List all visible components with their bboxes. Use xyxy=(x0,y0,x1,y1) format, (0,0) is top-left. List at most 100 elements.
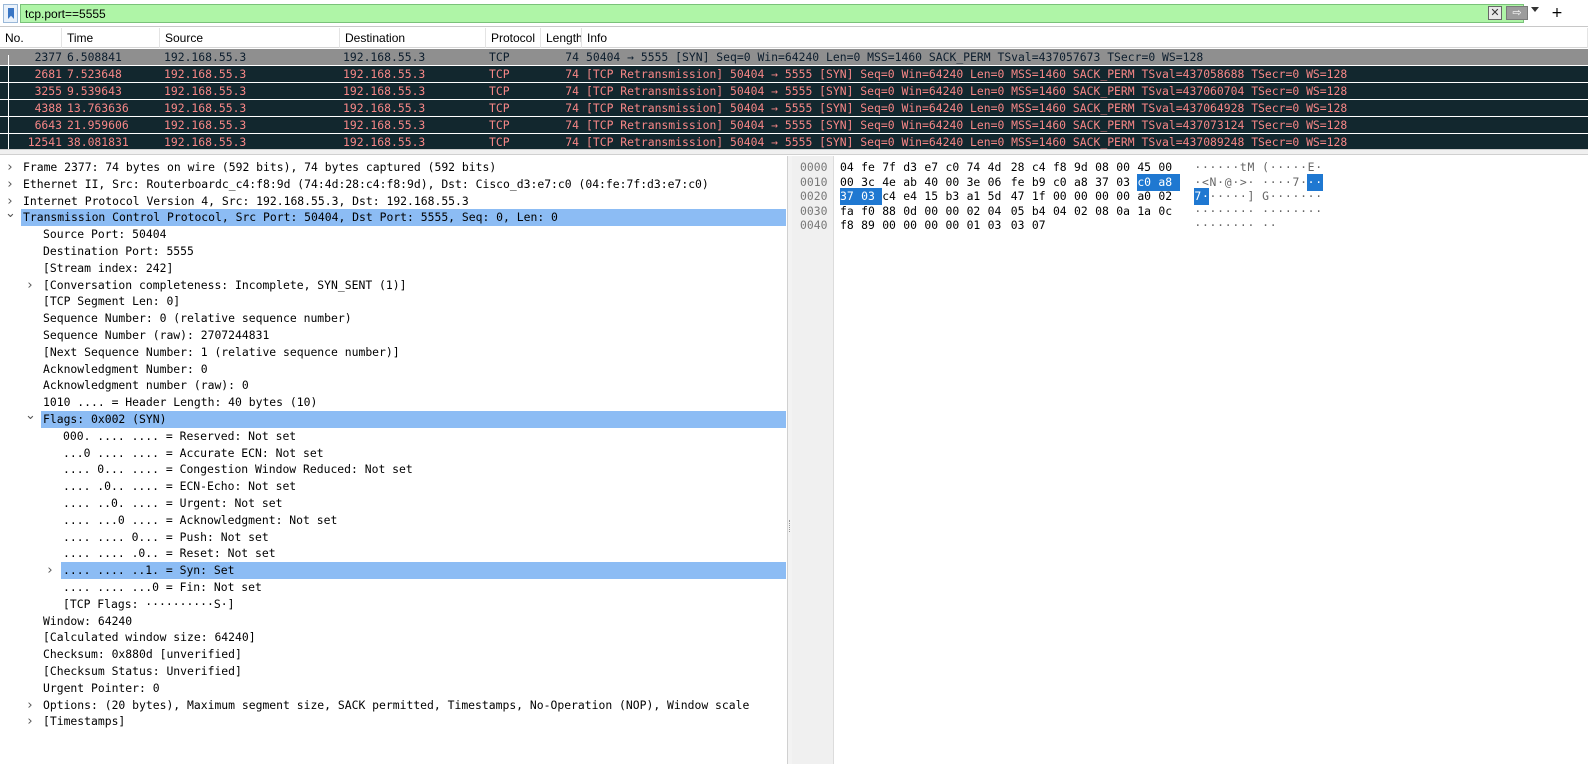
display-filter-input[interactable] xyxy=(20,4,1524,23)
packet-row[interactable]: 2377 6.508841 192.168.55.3 192.168.55.3 TCP 7… xyxy=(0,49,1588,65)
detail-tree-item[interactable]: › Internet Protocol Version 4, Src: 192.1… xyxy=(0,193,787,210)
detail-tree-label: [TCP Segment Len: 0] xyxy=(43,294,181,309)
packet-row[interactable]: 3255 9.539643 192.168.55.3 192.168.55.3 TCP 7… xyxy=(0,83,1588,99)
hex-bytes[interactable]: f8 89 00 00 00 00 01 03 03 07 xyxy=(840,217,1053,234)
detail-tree-item[interactable]: [TCP Flags: ··········S·] xyxy=(0,596,787,613)
detail-tree-item[interactable]: › .... .... ..1. = Syn: Set xyxy=(0,562,787,580)
ascii-char: · xyxy=(1247,218,1255,232)
detail-tree-item[interactable]: 1010 .... = Header Length: 40 bytes (10) xyxy=(0,394,787,411)
hex-byte[interactable]: 04 xyxy=(1053,203,1074,220)
detail-tree-item[interactable]: Urgent Pointer: 0 xyxy=(0,680,787,697)
hex-byte[interactable]: 00 xyxy=(903,217,924,234)
detail-tree-item[interactable]: .... .... 0... = Push: Not set xyxy=(0,529,787,546)
chevron-down-icon[interactable]: ⌄ xyxy=(25,409,36,428)
detail-tree-item[interactable]: [Next Sequence Number: 1 (relative seque… xyxy=(0,344,787,361)
clear-filter-button[interactable]: ✕ xyxy=(1488,6,1502,20)
detail-tree-item[interactable]: .... ..0. .... = Urgent: Not set xyxy=(0,495,787,512)
detail-tree-item[interactable]: 000. .... .... = Reserved: Not set xyxy=(0,428,787,445)
splitter-grip-icon xyxy=(789,520,791,532)
ascii-char: · xyxy=(1307,203,1315,218)
packet-row[interactable]: 6643 21.959606 192.168.55.3 192.168.55.3 TCP… xyxy=(0,117,1588,133)
cell-info: [TCP Retransmission] 50404 → 5555 [SYN] … xyxy=(586,67,1348,81)
hex-byte[interactable]: 1a xyxy=(1137,203,1158,220)
column-header-protocol[interactable]: Protocol xyxy=(486,28,541,48)
detail-tree-item[interactable]: ...0 .... .... = Accurate ECN: Not set xyxy=(0,445,787,462)
detail-tree-item[interactable]: Sequence Number (raw): 2707244831 xyxy=(0,327,787,344)
column-header-source[interactable]: Source xyxy=(160,28,340,48)
hex-byte[interactable]: 00 xyxy=(882,217,903,234)
packet-row[interactable]: 12541 38.081831 192.168.55.3 192.168.55.3 TC… xyxy=(0,134,1588,150)
ascii-char: · xyxy=(1201,218,1209,232)
hex-byte[interactable]: f8 xyxy=(840,217,861,234)
detail-tree-item[interactable]: [Calculated window size: 64240] xyxy=(0,629,787,646)
cell-source: 192.168.55.3 xyxy=(164,118,247,132)
hex-byte[interactable]: 00 xyxy=(945,217,966,234)
detail-tree-item[interactable]: .... .... ...0 = Fin: Not set xyxy=(0,579,787,596)
hex-byte[interactable]: 00 xyxy=(924,217,945,234)
ascii-bytes[interactable]: ········ ·· xyxy=(1194,217,1277,234)
cell-no: 2681 xyxy=(34,67,62,81)
detail-tree-item[interactable]: Destination Port: 5555 xyxy=(0,243,787,260)
chevron-right-icon[interactable]: › xyxy=(5,176,15,193)
hex-byte[interactable]: 02 xyxy=(1074,203,1095,220)
detail-tree-label: Sequence Number: 0 (relative sequence nu… xyxy=(43,311,352,326)
detail-tree-item[interactable]: › [Conversation completeness: Incomplete,… xyxy=(0,277,787,294)
hex-byte[interactable]: 0a xyxy=(1116,203,1137,220)
cell-destination: 192.168.55.3 xyxy=(343,101,426,115)
detail-tree-item[interactable]: › Frame 2377: 74 bytes on wire (592 bits)… xyxy=(0,159,787,176)
hex-byte[interactable]: 89 xyxy=(861,217,882,234)
chevron-right-icon[interactable]: › xyxy=(5,159,15,176)
apply-filter-button[interactable]: ⇨ xyxy=(1506,6,1528,20)
detail-tree-item[interactable]: Window: 64240 xyxy=(0,613,787,630)
detail-tree-item[interactable]: .... ...0 .... = Acknowledgment: Not set xyxy=(0,512,787,529)
packet-row[interactable]: 4388 13.763636 192.168.55.3 192.168.55.3 TCP… xyxy=(0,100,1588,116)
detail-tree-item[interactable]: .... .... .0.. = Reset: Not set xyxy=(0,545,787,562)
detail-tree-item[interactable]: Acknowledgment number (raw): 0 xyxy=(0,377,787,394)
hex-byte[interactable]: 03 xyxy=(1011,217,1032,234)
chevron-down-icon[interactable]: ⌄ xyxy=(5,207,16,226)
detail-tree-label: .... 0... .... = Congestion Window Reduc… xyxy=(63,462,413,477)
chevron-right-icon[interactable]: › xyxy=(25,697,35,714)
detail-tree-label: .... ..0. .... = Urgent: Not set xyxy=(63,496,283,510)
hex-byte[interactable]: 07 xyxy=(1032,217,1053,234)
hex-byte[interactable]: 01 xyxy=(967,217,988,234)
cell-info: [TCP Retransmission] 50404 → 5555 [SYN] … xyxy=(586,101,1348,115)
detail-tree-item[interactable]: Source Port: 50404 xyxy=(0,226,787,243)
cell-time: 21.959606 xyxy=(67,118,129,132)
cell-protocol: TCP xyxy=(489,118,510,132)
chevron-right-icon[interactable]: › xyxy=(45,562,55,579)
filter-history-dropdown-icon[interactable] xyxy=(1531,7,1539,12)
cell-source: 192.168.55.3 xyxy=(164,84,247,98)
chevron-right-icon[interactable]: › xyxy=(25,277,35,294)
hex-byte[interactable]: 08 xyxy=(1095,203,1116,220)
chevron-right-icon[interactable]: › xyxy=(25,713,35,730)
detail-tree-item[interactable]: ⌄ Transmission Control Protocol, Src Port… xyxy=(0,207,787,227)
detail-tree-label: Destination Port: 5555 xyxy=(43,244,194,258)
detail-tree-item[interactable]: .... 0... .... = Congestion Window Reduc… xyxy=(0,461,787,478)
hex-byte[interactable]: 03 xyxy=(988,217,1009,234)
detail-tree-label: Window: 64240 xyxy=(43,613,133,628)
detail-tree-item[interactable]: .... .0.. .... = ECN-Echo: Not set xyxy=(0,478,787,495)
detail-tree-item[interactable]: Acknowledgment Number: 0 xyxy=(0,361,787,378)
detail-tree-label: Frame 2377: 74 bytes on wire (592 bits),… xyxy=(23,160,497,174)
detail-tree-item[interactable]: Sequence Number: 0 (relative sequence nu… xyxy=(0,310,787,327)
detail-tree-item[interactable]: › Options: (20 bytes), Maximum segment si… xyxy=(0,697,787,714)
detail-tree-item[interactable]: [Checksum Status: Unverified] xyxy=(0,663,787,680)
hex-byte[interactable]: 0c xyxy=(1158,203,1179,220)
packet-row[interactable]: 2681 7.523648 192.168.55.3 192.168.55.3 TCP 7… xyxy=(0,66,1588,82)
detail-tree-item[interactable]: [TCP Segment Len: 0] xyxy=(0,293,787,310)
detail-tree-item[interactable]: › [Timestamps] xyxy=(0,713,787,730)
column-header-length[interactable]: Length xyxy=(541,28,582,48)
cell-destination: 192.168.55.3 xyxy=(343,50,426,64)
detail-tree-item[interactable]: [Stream index: 242] xyxy=(0,260,787,277)
column-header-no[interactable]: No. xyxy=(0,28,62,48)
detail-tree-item[interactable]: Checksum: 0x880d [unverified] xyxy=(0,646,787,663)
detail-tree-item[interactable]: › Ethernet II, Src: Routerboardc_c4:f8:9d… xyxy=(0,176,787,193)
add-filter-button[interactable]: + xyxy=(1548,3,1566,23)
bookmark-icon[interactable] xyxy=(3,4,18,23)
column-header-destination[interactable]: Destination xyxy=(340,28,486,48)
detail-tree-item[interactable]: ⌄ Flags: 0x002 (SYN) xyxy=(0,409,787,428)
pane-splitter-horizontal[interactable] xyxy=(0,149,1588,155)
column-header-info[interactable]: Info xyxy=(582,28,1588,48)
column-header-time[interactable]: Time xyxy=(62,28,160,48)
